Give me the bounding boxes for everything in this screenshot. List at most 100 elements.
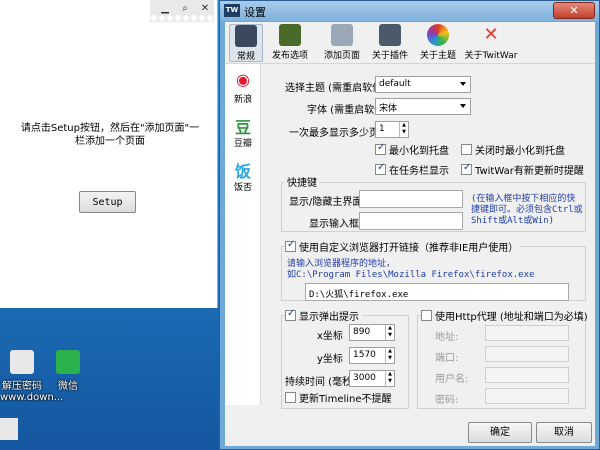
stepper-buttons[interactable]: ▲ ▼: [399, 122, 408, 137]
x-coordinate-stepper[interactable]: 890 ▲ ▼: [349, 324, 395, 341]
desktop-icon-password[interactable]: 解压密码 www.down...: [0, 350, 64, 403]
checkbox-box[interactable]: [285, 239, 296, 252]
tab-add-page[interactable]: 添加页面: [317, 24, 367, 62]
chevron-down-icon: [460, 82, 466, 86]
tab-label: 添加页面: [323, 51, 360, 61]
http-proxy-checkbox[interactable]: 使用Http代理 (地址和端口为必填): [421, 308, 591, 323]
minimize-icon[interactable]: ▁: [157, 2, 173, 16]
checkbox-box[interactable]: [375, 142, 386, 155]
browser-path-input[interactable]: D:\火狐\firefox.exe: [305, 283, 569, 301]
tab-about-themes[interactable]: 关于主题: [415, 24, 461, 62]
duration-stepper[interactable]: 3000 ▲ ▼: [349, 370, 395, 387]
document-icon: [10, 350, 34, 374]
font-value: 宋体: [379, 104, 398, 114]
ok-button[interactable]: 确定: [468, 422, 532, 443]
theme-value: default: [379, 79, 411, 89]
service-list: ◉ 新浪 豆 豆瓣 饭 饭否: [225, 64, 261, 405]
checkbox-label: 在任务栏显示: [389, 166, 449, 177]
desktop-icon-wechat[interactable]: 微信: [46, 350, 90, 392]
desktop-icon-label: 微信: [58, 381, 78, 392]
checkbox-box[interactable]: [375, 162, 386, 175]
contact-card-icon: [331, 24, 353, 46]
checkbox-label: TwitWar有新更新时提醒: [475, 166, 584, 177]
service-label: 饭否: [233, 183, 252, 193]
toggle-main-shortcut-input[interactable]: [359, 190, 463, 208]
checkbox-label: 使用Http代理 (地址和端口为必填): [435, 312, 588, 323]
tab-general[interactable]: 常规: [229, 24, 263, 62]
close-icon[interactable]: ✕: [197, 2, 213, 16]
show-input-label: 显示输入框: [309, 219, 359, 230]
tab-about-plugins[interactable]: 关于插件: [367, 24, 413, 62]
window-controls: ▁ ⌕ ✕: [157, 2, 213, 16]
browser-hint-line1: 请输入浏览器程序的地址，: [287, 259, 396, 269]
title-bar[interactable]: TW 设置 ✕: [220, 1, 599, 21]
x-coordinate-value: 890: [353, 327, 371, 337]
twitwar-main-window: ▁ ⌕ ✕ 请点击Setup按钮，然后在"添加页面"一栏添加一个页面 Setup: [0, 0, 218, 308]
service-label: 豆瓣: [233, 139, 252, 149]
proxy-address-input: [485, 325, 569, 341]
proxy-port-label: 端口:: [435, 353, 459, 364]
search-icon[interactable]: ⌕: [177, 2, 193, 16]
setup-button[interactable]: Setup: [79, 191, 136, 213]
show-taskbar-checkbox[interactable]: 在任务栏显示: [375, 162, 449, 177]
font-select[interactable]: 宋体: [375, 98, 471, 115]
max-pages-stepper[interactable]: 1 ▲ ▼: [375, 121, 409, 138]
duration-label: 持续时间 (毫秒): [285, 377, 356, 388]
dialog-title: 设置: [244, 6, 266, 19]
settings-toolbar: 常规 发布选项 添加页面 关于插件 关于主题 ✕ 关于TwitWar: [225, 22, 595, 64]
show-input-shortcut-input[interactable]: [359, 212, 463, 230]
show-popup-checkbox[interactable]: 显示弹出提示: [285, 308, 362, 323]
shortcut-hint: (在输入框中按下相应的快捷键即可。必须包含Ctrl或Shift或Alt或Win): [471, 194, 583, 226]
close-to-tray-checkbox[interactable]: 关闭时最小化到托盘: [461, 142, 565, 157]
cylinder-icon: [379, 24, 401, 46]
proxy-password-input: [485, 388, 569, 404]
timeline-no-alert-checkbox[interactable]: 更新Timeline不提醒: [285, 390, 392, 405]
board-icon: [279, 24, 301, 46]
x-icon: ✕: [483, 24, 499, 45]
theme-select[interactable]: default: [375, 76, 471, 93]
shortcut-heading: 快捷键: [285, 174, 319, 189]
service-douban[interactable]: 豆 豆瓣: [225, 114, 261, 149]
minimize-to-tray-checkbox[interactable]: 最小化到托盘: [375, 142, 449, 157]
tab-publish-options[interactable]: 发布选项: [265, 24, 315, 62]
max-pages-value: 1: [379, 124, 385, 134]
service-fanfou[interactable]: 饭 饭否: [225, 158, 261, 193]
checkbox-box[interactable]: [461, 144, 472, 155]
proxy-password-label: 密码:: [435, 395, 459, 406]
document-icon[interactable]: [0, 418, 18, 440]
max-pages-label: 一次最多显示多少页: [289, 128, 379, 139]
notify-update-checkbox[interactable]: TwitWar有新更新时提醒: [461, 162, 584, 177]
checkbox-box[interactable]: [461, 162, 472, 175]
monitor-icon: [235, 25, 257, 47]
y-coordinate-label: y坐标: [317, 354, 343, 365]
checkbox-box[interactable]: [285, 308, 296, 321]
custom-browser-checkbox[interactable]: 使用自定义浏览器打开链接（推荐非IE用户使用）: [285, 239, 522, 254]
checkbox-label: 最小化到托盘: [389, 146, 449, 157]
tab-label: 发布选项: [271, 51, 308, 61]
y-coordinate-stepper[interactable]: 1570 ▲ ▼: [349, 347, 395, 364]
color-wheel-icon: [427, 24, 449, 46]
service-sina[interactable]: ◉ 新浪: [225, 70, 261, 105]
checkbox-box[interactable]: [285, 392, 296, 403]
proxy-username-label: 用户名:: [435, 374, 469, 385]
chevron-down-icon: [460, 104, 466, 108]
duration-value: 3000: [353, 373, 376, 383]
tab-label: 关于主题: [419, 51, 456, 61]
tab-label: 常规: [236, 52, 255, 62]
stepper-buttons[interactable]: ▲ ▼: [385, 348, 394, 363]
checkbox-label: 更新Timeline不提醒: [299, 394, 392, 405]
checkbox-box[interactable]: [421, 310, 432, 321]
tab-about-twitwar[interactable]: ✕ 关于TwitWar: [463, 24, 519, 62]
stepper-buttons[interactable]: ▲ ▼: [385, 371, 394, 386]
close-button[interactable]: ✕: [553, 2, 595, 19]
dialog-client: 常规 发布选项 添加页面 关于插件 关于主题 ✕ 关于TwitWar ◉ 新浪 …: [225, 22, 595, 446]
setup-instruction: 请点击Setup按钮，然后在"添加页面"一栏添加一个页面: [20, 123, 200, 147]
fanfou-icon: 饭: [234, 162, 251, 181]
checkbox-label: 使用自定义浏览器打开链接（推荐非IE用户使用）: [299, 243, 519, 254]
cancel-button[interactable]: 取消: [536, 422, 592, 443]
desktop-icon-sublabel: www.down...: [0, 392, 64, 403]
stepper-buttons[interactable]: ▲ ▼: [385, 325, 394, 340]
checkbox-label: 显示弹出提示: [299, 312, 359, 323]
x-coordinate-label: x坐标: [317, 331, 343, 342]
tab-label: 关于TwitWar: [464, 51, 518, 61]
